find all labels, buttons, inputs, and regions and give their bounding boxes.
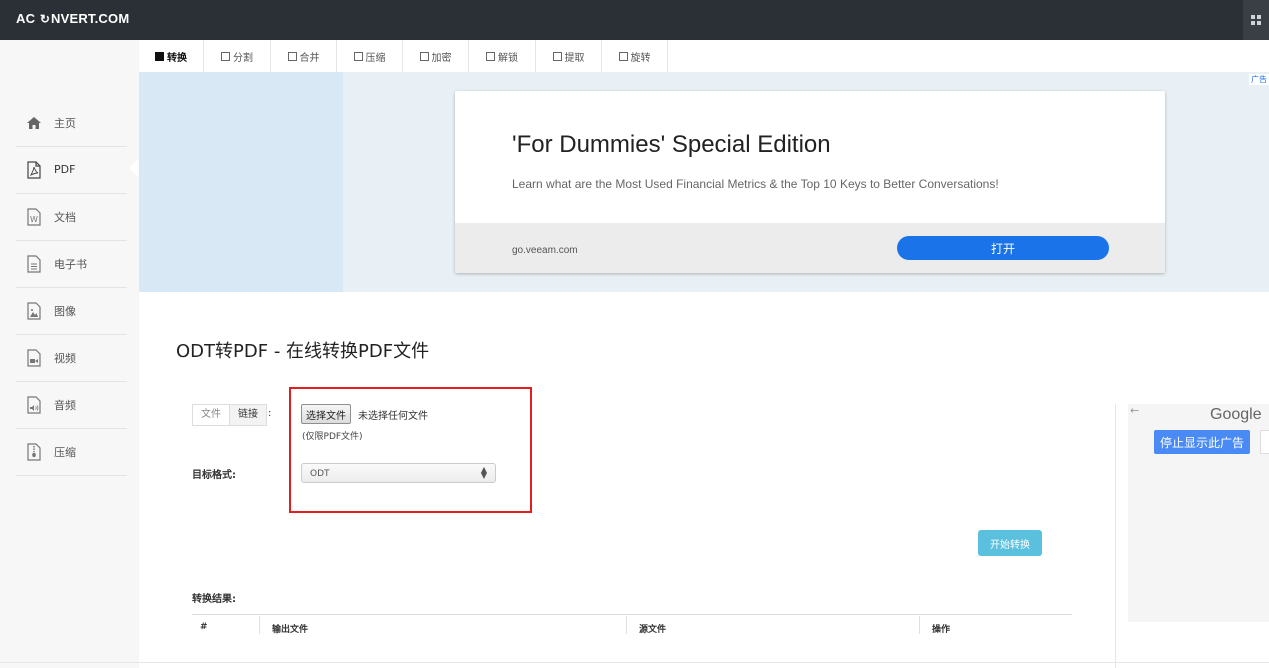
word-file-icon: W bbox=[27, 207, 41, 226]
bottom-divider bbox=[0, 662, 1269, 663]
source-tab-file[interactable]: 文件 bbox=[193, 405, 229, 425]
source-toggle: 文件 链接 bbox=[192, 404, 267, 426]
tab-compress[interactable]: 压缩 bbox=[337, 40, 403, 72]
ad-title[interactable]: 'For Dummies' Special Edition bbox=[512, 131, 831, 159]
target-format-value: ODT bbox=[310, 469, 330, 479]
stop-showing-ad-button[interactable]: 停止显示此广告 bbox=[1154, 430, 1251, 454]
tab-rotate[interactable]: 旋转 bbox=[602, 40, 668, 72]
sidebar-item-label: 文档 bbox=[54, 210, 76, 224]
ad-footer: go.veeam.com 打开 bbox=[455, 223, 1165, 273]
sidebar-item-image[interactable]: 图像 bbox=[16, 287, 127, 335]
sidebar-item-ebook[interactable]: 电子书 bbox=[16, 240, 127, 288]
sidebar-item-audio[interactable]: 音频 bbox=[16, 381, 127, 429]
grid-icon bbox=[1251, 15, 1261, 25]
checkbox-icon bbox=[155, 51, 164, 61]
choose-file-button[interactable]: 选择文件 bbox=[301, 404, 351, 424]
checkbox-icon bbox=[221, 51, 230, 61]
ebook-file-icon bbox=[27, 254, 41, 273]
target-format-label: 目标格式: bbox=[192, 470, 236, 481]
right-ad-divider bbox=[1115, 404, 1116, 668]
ad-domain: go.veeam.com bbox=[512, 245, 578, 256]
sidebar-item-label: 电子书 bbox=[54, 257, 87, 271]
checkbox-icon bbox=[552, 51, 562, 61]
sidebar: 主页 PDF W 文档 电子书 图像 视频 音频 压缩 bbox=[0, 40, 139, 668]
sidebar-item-label: 主页 bbox=[54, 116, 76, 130]
sidebar-item-label: PDF bbox=[54, 163, 76, 176]
checkbox-icon bbox=[353, 51, 363, 61]
site-logo[interactable]: AC ↻NVERT.COM bbox=[16, 11, 129, 26]
pdf-file-icon bbox=[27, 160, 41, 179]
top-bar: AC ↻NVERT.COM bbox=[0, 0, 1269, 40]
pdf-only-hint: (仅限PDF文件) bbox=[302, 432, 363, 442]
column-divider bbox=[259, 616, 260, 634]
svg-text:W: W bbox=[30, 215, 38, 224]
checkbox-icon bbox=[486, 51, 495, 61]
start-convert-button[interactable]: 开始转换 bbox=[978, 530, 1042, 556]
sidebar-item-video[interactable]: 视频 bbox=[16, 334, 127, 382]
result-label: 转换结果: bbox=[192, 594, 236, 605]
column-divider bbox=[919, 616, 920, 634]
tab-encrypt[interactable]: 加密 bbox=[403, 40, 469, 72]
why-this-ad-button[interactable] bbox=[1260, 430, 1269, 454]
sidebar-item-label: 音频 bbox=[54, 398, 76, 412]
sidebar-item-label: 图像 bbox=[54, 304, 76, 318]
tab-unlock[interactable]: 解锁 bbox=[469, 40, 536, 72]
column-header: 操作 bbox=[932, 625, 951, 635]
sync-icon: ↻ bbox=[39, 12, 51, 26]
column-header: 源文件 bbox=[639, 625, 667, 635]
source-colon: : bbox=[268, 408, 272, 419]
ad-open-button[interactable]: 打开 bbox=[897, 236, 1109, 260]
archive-file-icon bbox=[27, 442, 41, 461]
tab-split[interactable]: 分割 bbox=[204, 40, 271, 72]
sidebar-item-label: 压缩 bbox=[54, 445, 76, 459]
column-divider bbox=[626, 616, 627, 634]
checkbox-icon bbox=[419, 51, 429, 61]
ad-banner-left-panel bbox=[139, 72, 343, 292]
tab-merge[interactable]: 合并 bbox=[271, 40, 337, 72]
column-header: # bbox=[200, 622, 208, 632]
back-arrow-icon[interactable]: ← bbox=[1130, 404, 1139, 417]
grid-menu-button[interactable] bbox=[1243, 0, 1269, 40]
sidebar-item-label: 视频 bbox=[54, 351, 76, 365]
home-icon bbox=[27, 116, 41, 129]
sidebar-item-document[interactable]: W 文档 bbox=[16, 193, 127, 241]
select-arrows-icon: ▲ ▼ bbox=[480, 465, 487, 480]
result-table: # 输出文件 源文件 操作 bbox=[192, 614, 1072, 655]
ad-card[interactable]: 'For Dummies' Special Edition Learn what… bbox=[455, 91, 1165, 273]
sidebar-item-pdf[interactable]: PDF bbox=[16, 146, 127, 194]
source-tab-link[interactable]: 链接 bbox=[229, 405, 266, 425]
tab-convert[interactable]: 转换 bbox=[139, 40, 204, 72]
checkbox-icon bbox=[287, 51, 297, 61]
google-logo: Google bbox=[1210, 406, 1262, 423]
page-title: ODT转PDF - 在线转换PDF文件 bbox=[176, 341, 430, 362]
tab-extract[interactable]: 提取 bbox=[536, 40, 602, 72]
column-header: 输出文件 bbox=[272, 625, 309, 635]
audio-file-icon bbox=[27, 395, 41, 414]
right-ad-panel: ← Google 停止显示此广告 bbox=[1128, 404, 1269, 622]
checkbox-icon bbox=[618, 51, 628, 61]
video-file-icon bbox=[27, 348, 41, 367]
ad-description: Learn what are the Most Used Financial M… bbox=[512, 177, 999, 191]
target-format-select[interactable]: ODT ▲ ▼ bbox=[301, 463, 496, 483]
sidebar-item-home[interactable]: 主页 bbox=[16, 99, 127, 147]
tool-tabs: 转换 分割 合并 压缩 加密 解锁 提取 旋转 bbox=[139, 40, 1269, 73]
image-file-icon bbox=[27, 301, 41, 320]
no-file-selected-text: 未选择任何文件 bbox=[358, 411, 428, 422]
active-indicator-arrow bbox=[129, 158, 139, 178]
ad-badge[interactable]: 广告 bbox=[1249, 74, 1269, 85]
sidebar-item-archive[interactable]: 压缩 bbox=[16, 428, 127, 476]
